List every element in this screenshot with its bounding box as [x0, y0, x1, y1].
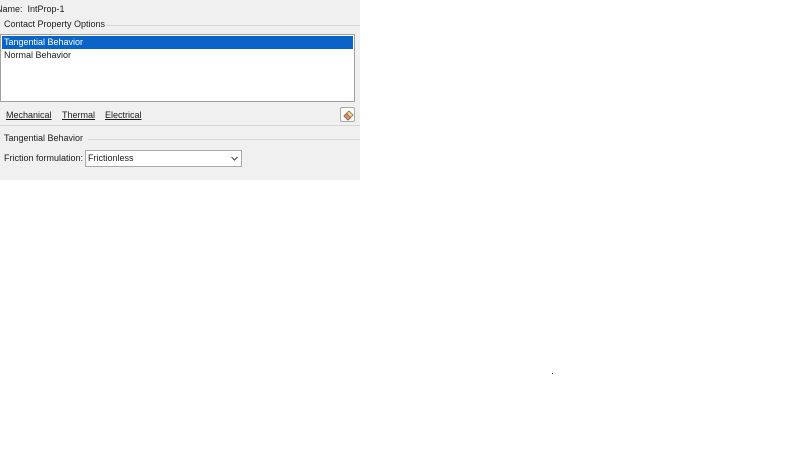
friction-formulation-label: Friction formulation:: [4, 153, 84, 163]
friction-formulation-value: Frictionless: [88, 153, 134, 163]
group-separator: [106, 25, 360, 26]
delete-behavior-button[interactable]: [340, 107, 355, 122]
tangential-behavior-title: Tangential Behavior: [4, 133, 84, 143]
edit-contact-property-panel: Name:IntProp-1 Contact Property Options …: [0, 0, 360, 180]
behavior-menu-bar: Mechanical Thermal Electrical: [0, 106, 360, 124]
chevron-down-icon: [231, 156, 238, 161]
stray-pixel: [552, 373, 553, 374]
menu-electrical[interactable]: Electrical: [105, 109, 142, 122]
name-value: IntProp-1: [27, 4, 65, 14]
menu-thermal[interactable]: Thermal: [62, 109, 95, 122]
name-row: Name: IntProp-1: [0, 3, 65, 16]
menu-mechanical[interactable]: Mechanical: [6, 109, 52, 122]
contact-property-options-list[interactable]: Tangential Behavior Normal Behavior: [0, 34, 355, 102]
menu-separator: [0, 125, 360, 126]
list-item-normal-behavior[interactable]: Normal Behavior: [2, 49, 353, 62]
eraser-icon: [343, 110, 354, 121]
list-item-tangential-behavior[interactable]: Tangential Behavior: [2, 36, 353, 49]
section-separator: [88, 139, 360, 140]
friction-formulation-select[interactable]: Frictionless: [85, 150, 242, 167]
name-label: Name:: [0, 4, 23, 14]
contact-property-options-label: Contact Property Options: [4, 19, 106, 29]
